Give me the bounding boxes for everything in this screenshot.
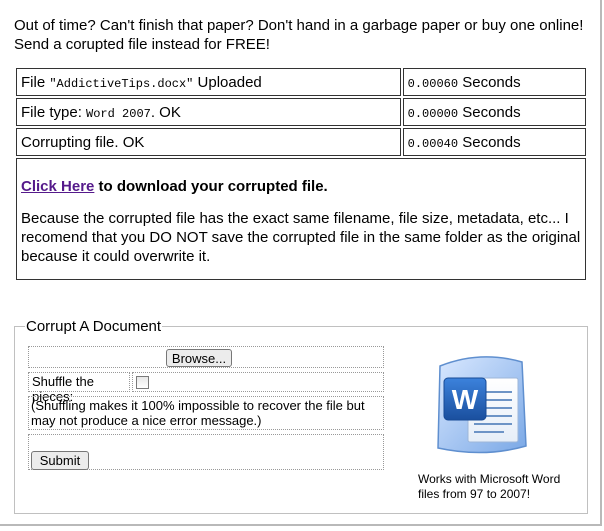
status-upload: File "AddictiveTips.docx" Uploaded [16,68,401,96]
status-text: Uploaded [193,73,262,91]
time-unit: Seconds [458,133,521,151]
download-link[interactable]: Click Here [21,178,94,195]
status-text: . OK [150,103,181,121]
svg-text:W: W [452,384,479,415]
warning-text: Because the corrupted file has the exact… [21,210,581,265]
status-text: Corrupting file. OK [21,133,145,151]
time-value: 0.00040 [407,136,459,151]
compatibility-note: Works with Microsoft Word files from 97 … [418,472,561,501]
file-type: Word 2007 [86,106,151,121]
status-text: File [21,73,50,91]
file-row: Browse... [28,346,384,368]
time-unit: Seconds [458,73,521,91]
shuffle-note: (Shuffling makes it 100% impossible to r… [28,396,384,430]
shuffle-cell [132,372,384,392]
download-text: to download your corrupted file. [94,178,328,195]
status-corrupting: Corrupting file. OK [16,128,401,156]
submit-row: Submit [28,434,384,470]
table-row: File "AddictiveTips.docx" Uploaded 0.000… [16,68,586,96]
download-line: Click Here to download your corrupted fi… [21,178,581,195]
time-value: 0.00000 [407,106,459,121]
intro-text: Out of time? Can't finish that paper? Do… [14,17,584,53]
file-input[interactable] [31,349,165,367]
time-value: 0.00060 [407,76,459,91]
fieldset-legend: Corrupt A Document [26,318,162,335]
table-row: Corrupting file. OK 0.00040 Seconds [16,128,586,156]
file-name: "AddictiveTips.docx" [49,76,194,91]
browse-button[interactable]: Browse... [166,349,232,367]
status-time: 0.00060 Seconds [402,68,586,96]
shuffle-checkbox[interactable] [136,376,149,389]
result-box: Click Here to download your corrupted fi… [16,158,586,280]
submit-button[interactable]: Submit [31,451,89,470]
status-time: 0.00040 Seconds [402,128,586,156]
status-time: 0.00000 Seconds [402,98,586,126]
status-filetype: File type: Word 2007. OK [16,98,401,126]
status-table: File "AddictiveTips.docx" Uploaded 0.000… [14,66,588,158]
time-unit: Seconds [458,103,521,121]
microsoft-word-icon: W [437,356,527,454]
table-row: File type: Word 2007. OK 0.00000 Seconds [16,98,586,126]
status-text: File type: [21,103,87,121]
shuffle-label: Shuffle the pieces: [28,372,130,404]
